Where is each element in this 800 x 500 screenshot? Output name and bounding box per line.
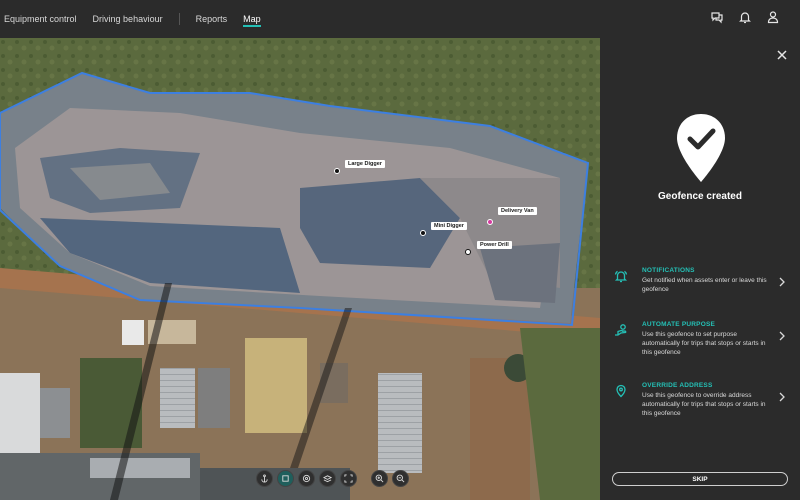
anchor-icon[interactable]	[256, 470, 273, 487]
option-title: OVERRIDE ADDRESS	[642, 382, 713, 389]
asset-marker-delivery-van[interactable]	[487, 219, 493, 225]
asset-label-power-drill[interactable]: Power Drill	[477, 241, 512, 249]
fullscreen-icon[interactable]	[340, 470, 357, 487]
geofence-created-title: Geofence created	[658, 191, 742, 202]
chat-icon[interactable]	[710, 10, 724, 24]
chevron-right-icon	[778, 389, 786, 402]
asset-label-large-digger[interactable]: Large Digger	[345, 160, 385, 168]
nav-reports[interactable]: Reports	[196, 0, 228, 38]
satellite-map[interactable]: Large Digger Delivery Van Mini Digger Po…	[0, 38, 600, 500]
asset-marker-mini-digger[interactable]	[420, 230, 426, 236]
user-icon[interactable]	[766, 10, 780, 24]
option-title: NOTIFICATIONS	[642, 267, 695, 274]
option-description: Use this geofence to set purpose automat…	[642, 331, 766, 356]
option-override-address[interactable]: OVERRIDE ADDRESS Use this geofence to ov…	[614, 382, 790, 422]
nav-map[interactable]: Map	[243, 0, 261, 38]
asset-marker-power-drill[interactable]	[465, 249, 471, 255]
bell-icon[interactable]	[738, 10, 752, 24]
nav-equipment-control[interactable]: Equipment control	[4, 0, 77, 38]
geofence-success-pin-icon	[674, 112, 728, 184]
option-notifications[interactable]: NOTIFICATIONS Get notified when assets e…	[614, 267, 790, 307]
stack-icon[interactable]	[319, 470, 336, 487]
top-navigation-bar: Equipment control Driving behaviour Repo…	[0, 0, 800, 38]
nav-divider	[178, 13, 180, 25]
option-description: Get notified when assets enter or leave …	[642, 277, 767, 293]
geofence-side-panel: Geofence created NOTIFICATIONS Get notif…	[600, 38, 800, 500]
zoom-out-icon[interactable]	[392, 470, 409, 487]
layers-icon[interactable]	[298, 470, 315, 487]
chevron-right-icon	[778, 274, 786, 287]
skip-button[interactable]: SKIP	[612, 472, 788, 486]
purpose-icon	[614, 323, 630, 339]
option-title: AUTOMATE PURPOSE	[642, 321, 716, 328]
top-icons	[710, 10, 780, 24]
location-pin-icon	[614, 384, 630, 400]
map-imagery	[0, 38, 600, 500]
chevron-right-icon	[778, 328, 786, 341]
polygon-icon[interactable]	[277, 470, 294, 487]
close-icon[interactable]	[776, 48, 788, 60]
option-automate-purpose[interactable]: AUTOMATE PURPOSE Use this geofence to se…	[614, 321, 790, 361]
zoom-in-icon[interactable]	[371, 470, 388, 487]
main-nav: Equipment control Driving behaviour Repo…	[4, 0, 277, 38]
asset-label-mini-digger[interactable]: Mini Digger	[431, 222, 467, 230]
option-description: Use this geofence to override address au…	[642, 392, 766, 417]
nav-driving-behaviour[interactable]: Driving behaviour	[93, 0, 163, 38]
asset-label-delivery-van[interactable]: Delivery Van	[498, 207, 537, 215]
map-toolbar	[256, 470, 409, 487]
asset-marker-large-digger[interactable]	[334, 168, 340, 174]
bell-icon	[614, 269, 630, 285]
